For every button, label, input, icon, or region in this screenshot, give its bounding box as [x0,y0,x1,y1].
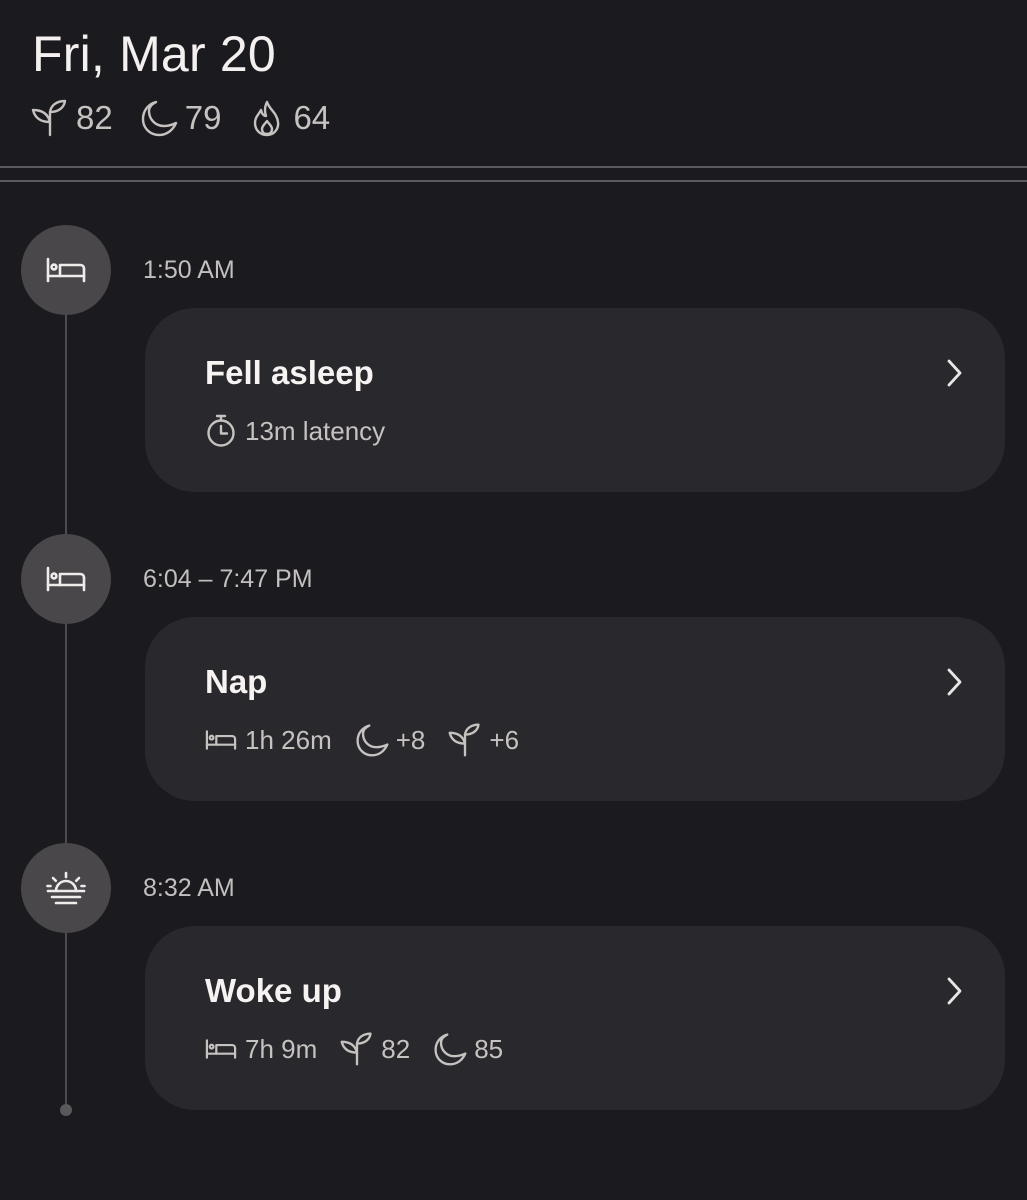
latency-metric: 13m latency [203,413,385,449]
event-metrics: 13m latency [203,412,407,450]
sprout-icon [30,98,76,138]
sleep-score-value: 79 [184,99,222,136]
sleep-value: 85 [474,1034,504,1064]
moon-icon [354,722,396,758]
bed-icon [43,247,89,293]
timeline-line [65,290,67,1110]
event-card-woke-up[interactable]: Woke up 7h 9m 82 85 [145,926,1005,1110]
sleep-metric: 85 [432,1031,503,1067]
event-metrics: 1h 26m +8 +6 [203,721,541,759]
chevron-right-icon [939,358,969,388]
timeline-node-woke-up [21,843,111,933]
readiness-delta-value: +6 [489,725,520,755]
timeline-node-nap [21,534,111,624]
readiness-score-value: 82 [76,99,113,136]
event-time: 1:50 AM [143,256,235,284]
bed-icon [203,1031,245,1067]
duration-value: 1h 26m [245,725,332,755]
sunrise-icon [43,865,89,911]
moon-icon [139,98,185,138]
event-title: Woke up [205,972,342,1009]
flame-icon [247,98,293,138]
sleep-score[interactable]: 79 [139,96,222,140]
event-time: 8:32 AM [143,874,235,902]
readiness-value: 82 [381,1034,411,1064]
header-divider [0,166,1027,168]
event-card-fell-asleep[interactable]: Fell asleep 13m latency [145,308,1005,492]
stopwatch-icon [203,413,245,449]
timeline-end-dot [60,1104,72,1116]
readiness-metric: 82 [339,1031,410,1067]
duration-value: 7h 9m [245,1034,318,1064]
bed-icon [203,722,245,758]
moon-icon [432,1031,474,1067]
event-metrics: 7h 9m 82 85 [203,1030,525,1068]
sprout-icon [339,1031,381,1067]
page-title: Fri, Mar 20 [32,26,276,82]
readiness-delta-metric: +6 [447,722,519,758]
event-title: Fell asleep [205,354,374,391]
event-time: 6:04 – 7:47 PM [143,565,313,593]
event-title: Nap [205,663,268,700]
sleep-delta-metric: +8 [354,722,426,758]
day-header: Fri, Mar 20 82 79 64 [0,0,1027,182]
activity-score-value: 64 [293,99,331,136]
timeline-node-fell-asleep [21,225,111,315]
duration-metric: 7h 9m [203,1031,317,1067]
latency-value: 13m latency [245,416,386,446]
event-card-nap[interactable]: Nap 1h 26m +8 +6 [145,617,1005,801]
sprout-icon [447,722,489,758]
chevron-right-icon [939,976,969,1006]
readiness-score[interactable]: 82 [30,96,113,140]
chevron-right-icon [939,667,969,697]
sleep-delta-value: +8 [395,725,426,755]
duration-metric: 1h 26m [203,722,332,758]
bed-icon [43,556,89,602]
activity-score[interactable]: 64 [247,96,330,140]
header-divider [0,180,1027,182]
daily-scores: 82 79 64 [30,96,356,140]
